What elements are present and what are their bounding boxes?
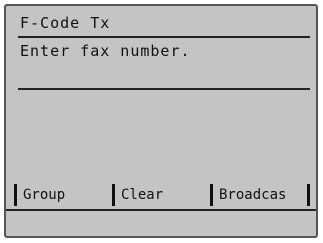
broadcast-softkey-label: Broadcas [219,187,287,203]
clear-softkey-label: Clear [121,187,164,203]
softkey-bar: Group Clear Broadcas [14,184,310,206]
status-bar [6,209,316,236]
input-underline [18,88,310,90]
fax-lcd-display: F-Code Tx Enter fax number. Group Clear … [4,4,318,238]
group-softkey-label: Group [23,187,66,203]
prompt-text: Enter fax number. [20,42,191,60]
group-softkey[interactable]: Group [14,184,106,206]
title-divider [18,36,310,38]
clear-softkey[interactable]: Clear [112,184,204,206]
screen-title: F-Code Tx [20,14,111,32]
fax-number-input[interactable] [18,66,310,88]
broadcast-softkey[interactable]: Broadcas [210,184,310,206]
